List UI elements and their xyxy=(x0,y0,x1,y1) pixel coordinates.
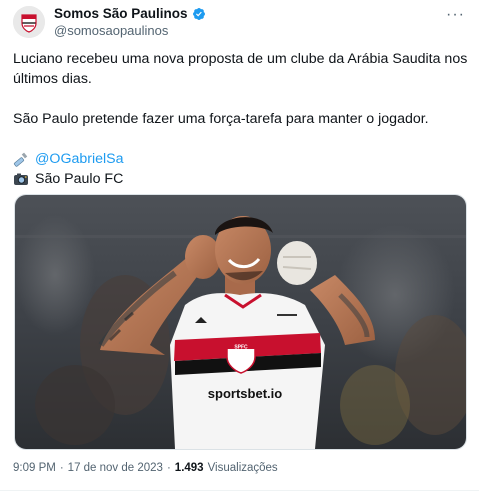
meta-separator: · xyxy=(166,462,171,474)
views-label: Visualizações xyxy=(207,462,278,474)
writer-mention-link[interactable]: @OGabrielSa xyxy=(35,149,124,169)
tweet-photo[interactable]: SPFC sportsbet.io xyxy=(14,194,467,450)
photo-credit: São Paulo FC xyxy=(13,169,468,189)
meta-separator: · xyxy=(59,462,64,474)
player-photo: SPFC sportsbet.io xyxy=(15,195,466,449)
tweet-paragraph-1: Luciano recebeu uma nova proposta de um … xyxy=(13,51,468,87)
pen-icon xyxy=(13,152,28,167)
views-count: 1.493 xyxy=(174,462,204,474)
avatar[interactable] xyxy=(13,6,45,38)
writer-credit: @OGabrielSa xyxy=(13,149,468,169)
tweet-meta: 9:09 PM · 17 de nov de 2023 · 1.493 Visu… xyxy=(13,462,278,474)
club-crest-icon xyxy=(13,6,45,38)
shirt-crest-text: SPFC xyxy=(234,345,248,351)
photo-credit-text: São Paulo FC xyxy=(35,171,124,187)
tweet-time[interactable]: 9:09 PM xyxy=(13,462,56,474)
camera-icon xyxy=(14,173,28,185)
more-options-button[interactable]: ··· xyxy=(446,6,465,24)
account-name-row[interactable]: Somos São Paulinos xyxy=(54,6,206,21)
tweet-text: Luciano recebeu uma nova proposta de um … xyxy=(13,49,468,189)
tweet-paragraph-2: São Paulo pretende fazer uma força-taref… xyxy=(13,111,429,127)
tweet-date[interactable]: 17 de nov de 2023 xyxy=(68,462,163,474)
shirt-sponsor-text: sportsbet.io xyxy=(208,386,282,401)
account-handle[interactable]: @somosaopaulinos xyxy=(54,23,168,38)
tweet: Somos São Paulinos @somosaopaulinos ··· … xyxy=(0,0,479,491)
verified-icon xyxy=(192,7,205,20)
account-name[interactable]: Somos São Paulinos xyxy=(54,6,188,21)
